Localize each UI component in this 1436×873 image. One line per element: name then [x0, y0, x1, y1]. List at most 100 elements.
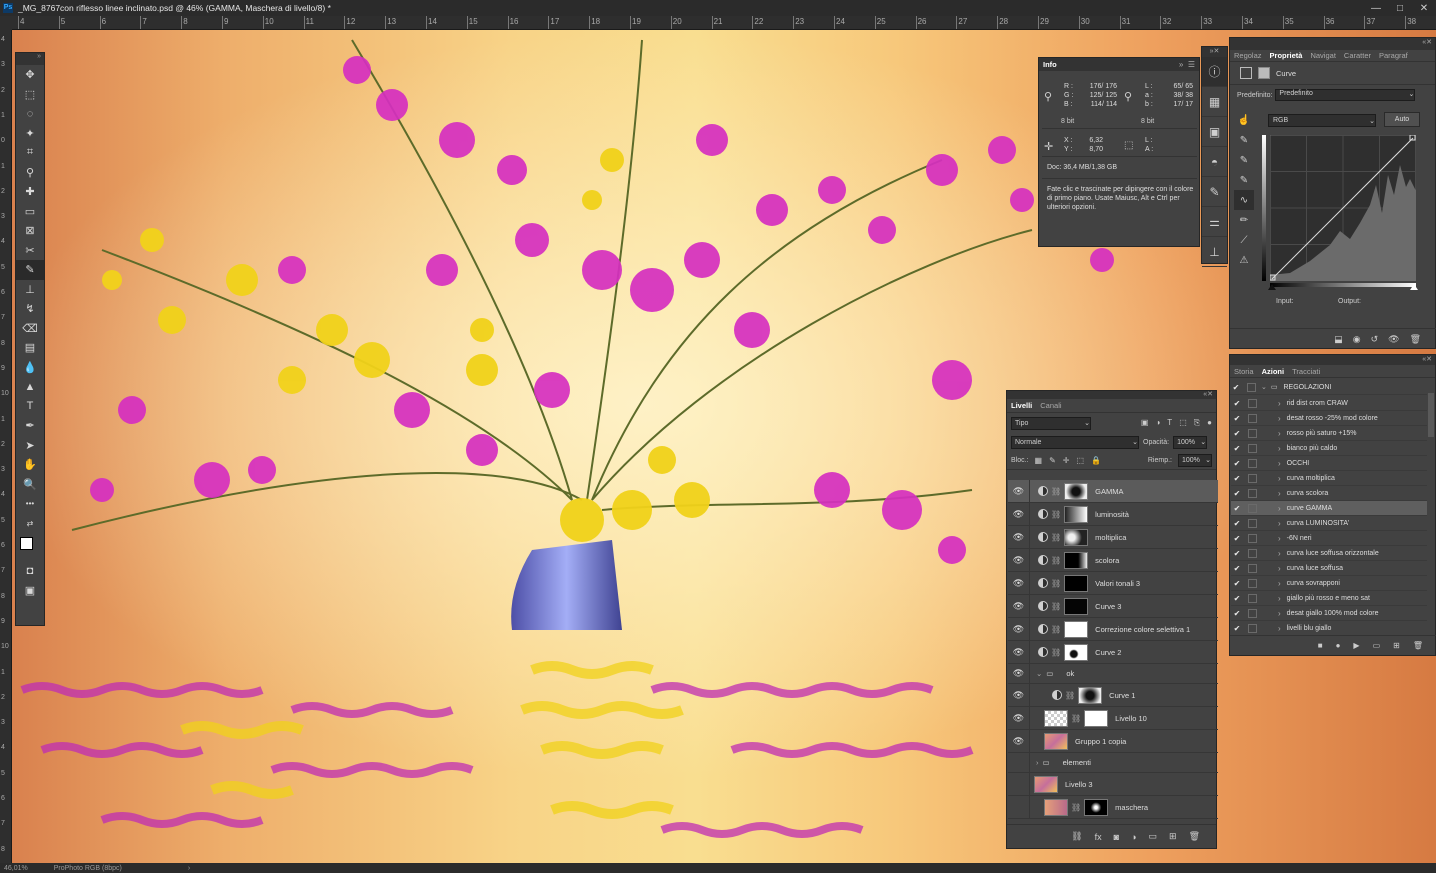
clipping-warning-icon[interactable]: ⚠: [1234, 250, 1254, 270]
magic-wand-icon[interactable]: ✦: [16, 124, 44, 144]
black-point-slider[interactable]: [1268, 284, 1276, 290]
visibility-toggle[interactable]: 👁: [1008, 594, 1030, 618]
lock-position-icon[interactable]: ✛: [1063, 456, 1070, 465]
check-icon[interactable]: ✔: [1231, 549, 1243, 558]
layer-row[interactable]: 👁 ⛓ Correzione colore selettiva 1: [1008, 617, 1218, 641]
filter-smart-icon[interactable]: ⎘: [1194, 418, 1200, 428]
action-item[interactable]: ✔ › OCCHI: [1231, 456, 1427, 471]
maximize-button[interactable]: □: [1388, 3, 1412, 14]
lasso-icon[interactable]: ◌: [16, 104, 44, 124]
dialog-toggle[interactable]: [1248, 428, 1257, 438]
reset-icon[interactable]: ↺: [1371, 334, 1379, 345]
visibility-toggle[interactable]: 👁: [1008, 640, 1030, 664]
layer-row[interactable]: 👁 ⛓ Curve 3: [1008, 594, 1218, 618]
layer-mask-thumbnail[interactable]: [1064, 597, 1089, 615]
auto-button[interactable]: Auto: [1384, 112, 1420, 127]
action-item[interactable]: ✔ › curva sovrapponi: [1231, 576, 1427, 591]
eraser-icon[interactable]: ⌫: [16, 319, 44, 339]
check-icon[interactable]: ✔: [1231, 489, 1243, 498]
target-adjust-icon[interactable]: ☝: [1234, 110, 1254, 130]
chevron-down-icon[interactable]: ⌄: [1036, 669, 1042, 678]
chevron-right-icon[interactable]: ›: [1278, 579, 1281, 588]
visibility-toggle[interactable]: 👁: [1008, 706, 1030, 730]
action-item[interactable]: ✔ › desat giallo 100% mod colore: [1231, 606, 1427, 621]
filter-type-icon[interactable]: T: [1167, 418, 1172, 428]
type-icon[interactable]: T: [16, 397, 44, 417]
layer-row[interactable]: 👁 ⛓ Livello 10: [1008, 706, 1218, 730]
filter-shape-icon[interactable]: ⬚: [1179, 418, 1187, 428]
chevron-right-icon[interactable]: ›: [1278, 399, 1281, 408]
new-adjustment-icon[interactable]: ◑: [1131, 832, 1136, 842]
check-icon[interactable]: ✔: [1231, 429, 1243, 438]
channel-dropdown[interactable]: RGB ⌄: [1268, 114, 1376, 127]
link-icon[interactable]: ⛓: [1051, 648, 1061, 657]
layer-thumbnail[interactable]: [1044, 732, 1068, 750]
properties-collapse-icon[interactable]: «✕: [1230, 38, 1435, 50]
link-icon[interactable]: ⛓: [1051, 579, 1061, 588]
blur-icon[interactable]: 💧: [16, 358, 44, 378]
layer-mask-thumbnail[interactable]: [1064, 505, 1089, 523]
layer-row[interactable]: ⛓ maschera: [1008, 795, 1218, 819]
check-icon[interactable]: ✔: [1231, 444, 1243, 453]
action-item[interactable]: ✔ › curva luce soffusa orizzontale: [1231, 546, 1427, 561]
eyedropper-lab-icon[interactable]: ⚲: [1124, 90, 1132, 103]
brush-icon[interactable]: ✎: [16, 260, 44, 280]
check-icon[interactable]: ✔: [1231, 474, 1243, 483]
action-item[interactable]: ✔ › curva scolora: [1231, 486, 1427, 501]
layer-mask-thumbnail[interactable]: [1064, 643, 1089, 661]
healing-icon[interactable]: ✚: [16, 182, 44, 202]
layer-thumbnail[interactable]: [1044, 709, 1068, 727]
visibility-toggle[interactable]: [1008, 795, 1030, 819]
sliders-icon[interactable]: ⚌: [1202, 207, 1227, 237]
visibility-toggle[interactable]: 👁: [1008, 617, 1030, 641]
visibility-icon[interactable]: 👁: [1388, 334, 1399, 345]
layer-mask-thumbnail[interactable]: [1064, 620, 1089, 638]
action-item[interactable]: ✔ › rosso più saturo +15%: [1231, 426, 1427, 441]
pen-icon[interactable]: ✒: [16, 416, 44, 436]
dock-collapse-icon[interactable]: »✕: [1202, 47, 1227, 57]
quickmask-icon[interactable]: ◘: [16, 561, 44, 581]
layer-row[interactable]: 👁 ⛓ moltiplica: [1008, 525, 1218, 549]
check-icon[interactable]: ✔: [1231, 399, 1243, 408]
view-previous-icon[interactable]: ◉: [1353, 334, 1361, 345]
new-action-icon[interactable]: ⊞: [1393, 641, 1400, 650]
actions-scrollbar[interactable]: [1428, 393, 1434, 437]
zoom-icon[interactable]: 🔍: [16, 475, 44, 495]
preset-dropdown[interactable]: Predefinito ⌄: [1275, 89, 1416, 101]
check-icon[interactable]: ✔: [1231, 579, 1243, 588]
tab-propriet[interactable]: Proprietà: [1266, 51, 1307, 60]
eyedropper-icon[interactable]: ⚲: [16, 163, 44, 183]
chevron-right-icon[interactable]: ›: [1278, 609, 1281, 618]
brush-settings-icon[interactable]: ✎: [1202, 177, 1227, 207]
horizontal-ruler[interactable]: 4 5 6 7 8 9 10 11 12 13 14 15 16 17 18 19 20 21 22 23 24 25 26…: [12, 16, 1436, 30]
record-icon[interactable]: ●: [1336, 641, 1341, 650]
visibility-toggle[interactable]: 👁: [1008, 683, 1030, 707]
chevron-right-icon[interactable]: ›: [1278, 504, 1281, 513]
tab-caratter[interactable]: Caratter: [1340, 51, 1375, 60]
toolbar-header[interactable]: »: [16, 53, 44, 65]
actions-collapse-icon[interactable]: «✕: [1230, 355, 1435, 365]
dialog-toggle[interactable]: [1248, 473, 1257, 483]
visibility-toggle[interactable]: 👁: [1008, 525, 1030, 549]
foreground-color-swatch[interactable]: [20, 537, 33, 550]
chevron-down-icon[interactable]: ⌄: [1261, 383, 1267, 391]
visibility-toggle[interactable]: [1008, 772, 1030, 796]
add-mask-icon[interactable]: ◙: [1114, 832, 1119, 842]
check-icon[interactable]: ✔: [1231, 504, 1243, 513]
screenmode-icon[interactable]: ▣: [16, 581, 44, 601]
chevron-right-icon[interactable]: ›: [1036, 758, 1039, 767]
trash-icon[interactable]: 🗑: [1413, 641, 1423, 650]
swap-icon[interactable]: ⇄: [16, 514, 44, 534]
new-layer-icon[interactable]: ⊞: [1169, 831, 1177, 842]
layer-group-row[interactable]: 👁 ⌄ ▭ ok: [1008, 663, 1218, 684]
tab-livelli[interactable]: Livelli: [1007, 401, 1036, 410]
adjustments-icon[interactable]: ◓: [1202, 147, 1227, 177]
black-eyedropper-icon[interactable]: ✎: [1234, 130, 1254, 150]
vertical-ruler[interactable]: 4 3 2 1 0 1 2 3 4 5 6 7 8 9 10 1 2 3 4 5 6 7 8 9 10 1 2 3 4 5 6 7 8: [0, 30, 12, 863]
new-set-icon[interactable]: ▭: [1373, 641, 1381, 650]
stamp-source-icon[interactable]: ⊥: [1202, 237, 1227, 267]
link-icon[interactable]: ⛓: [1071, 714, 1081, 723]
white-eyedropper-icon[interactable]: ✎: [1234, 170, 1254, 190]
pencil-icon[interactable]: ✏: [1234, 210, 1254, 230]
chevron-right-icon[interactable]: ›: [1278, 549, 1281, 558]
